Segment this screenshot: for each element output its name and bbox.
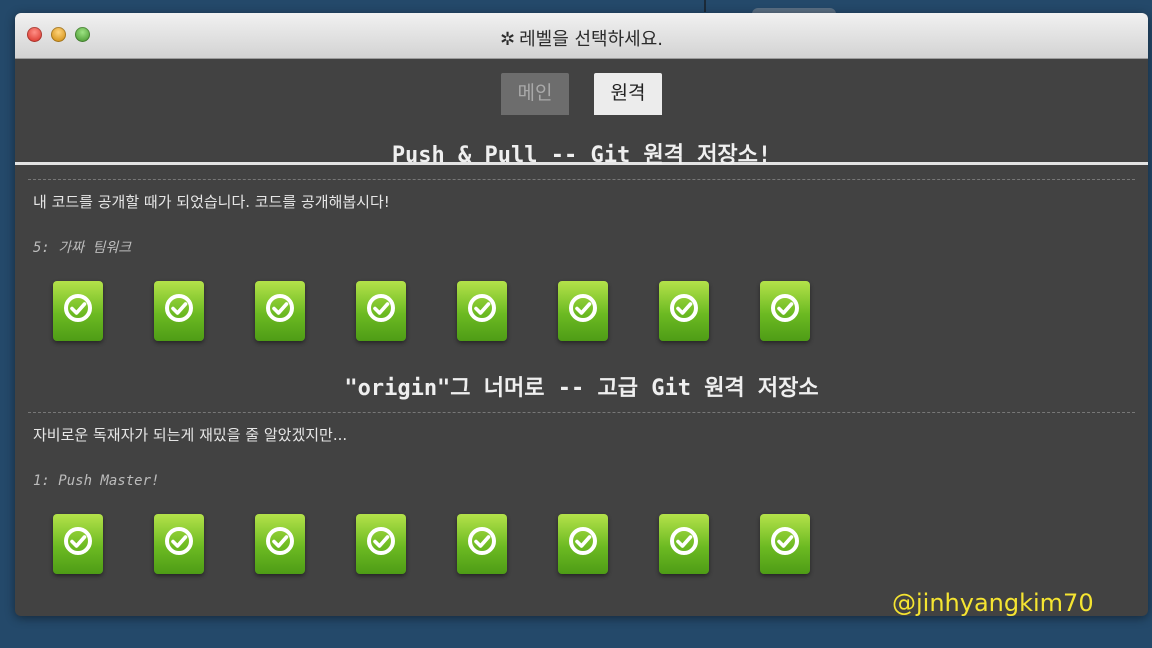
- level-button[interactable]: [760, 281, 810, 341]
- current-level-label: 5: 가짜 팀워크: [33, 240, 132, 256]
- check-circle-icon: [569, 527, 597, 555]
- check-circle-icon: [367, 527, 395, 555]
- tab-remote[interactable]: 원격: [594, 73, 662, 115]
- check-circle-icon: [670, 527, 698, 555]
- check-circle-icon: [64, 527, 92, 555]
- check-circle-icon: [367, 294, 395, 322]
- check-circle-icon: [165, 294, 193, 322]
- level-button[interactable]: [760, 514, 810, 574]
- tab-main[interactable]: 메인: [501, 73, 569, 115]
- level-button[interactable]: [154, 514, 204, 574]
- level-button[interactable]: [558, 281, 608, 341]
- level-button[interactable]: [659, 281, 709, 341]
- gear-icon: ✲: [499, 29, 516, 50]
- section-origin-advanced: "origin"그 너머로 -- 고급 Git 원격 저장소 자비로운 독재자가…: [15, 374, 1148, 576]
- section-description: 내 코드를 공개할 때가 되었습니다. 코드를 공개해봅시다!: [33, 193, 390, 211]
- check-circle-icon: [569, 294, 597, 322]
- level-button[interactable]: [356, 514, 406, 574]
- check-circle-icon: [64, 294, 92, 322]
- check-circle-icon: [266, 527, 294, 555]
- current-level-label: 1: Push Master!: [33, 473, 160, 489]
- check-circle-icon: [771, 527, 799, 555]
- level-button[interactable]: [255, 281, 305, 341]
- check-circle-icon: [670, 294, 698, 322]
- level-button[interactable]: [53, 281, 103, 341]
- section-description: 자비로운 독재자가 되는게 재밌을 줄 알았겠지만...: [33, 426, 348, 444]
- section-divider: [28, 412, 1135, 413]
- level-grid: [53, 514, 1148, 576]
- level-button[interactable]: [457, 281, 507, 341]
- level-button[interactable]: [659, 514, 709, 574]
- check-circle-icon: [468, 527, 496, 555]
- window-title: ✲ 레벨을 선택하세요.: [15, 25, 1148, 51]
- check-circle-icon: [468, 294, 496, 322]
- section-divider: [28, 179, 1135, 180]
- tab-bar: 메인 원격: [15, 59, 1148, 165]
- check-circle-icon: [771, 294, 799, 322]
- level-button[interactable]: [558, 514, 608, 574]
- section-title: Push & Pull -- Git 원격 저장소!: [391, 143, 772, 168]
- watermark: @jinhyangkim70: [892, 589, 1094, 617]
- check-circle-icon: [266, 294, 294, 322]
- window-title-text: 레벨을 선택하세요.: [519, 29, 664, 50]
- background-window-edge: [704, 0, 706, 12]
- check-circle-icon: [165, 527, 193, 555]
- level-button[interactable]: [154, 281, 204, 341]
- level-select-window: ✲ 레벨을 선택하세요. 메인 원격 Push & Pull -- Git 원격 …: [15, 13, 1148, 616]
- level-button[interactable]: [356, 281, 406, 341]
- level-button[interactable]: [53, 514, 103, 574]
- title-bar[interactable]: ✲ 레벨을 선택하세요.: [15, 13, 1148, 59]
- level-button[interactable]: [457, 514, 507, 574]
- level-button[interactable]: [255, 514, 305, 574]
- section-push-pull: Push & Pull -- Git 원격 저장소! 내 코드를 공개할 때가 …: [15, 141, 1148, 343]
- level-grid: [53, 281, 1148, 343]
- section-title: "origin"그 너머로 -- 고급 Git 원격 저장소: [344, 376, 819, 401]
